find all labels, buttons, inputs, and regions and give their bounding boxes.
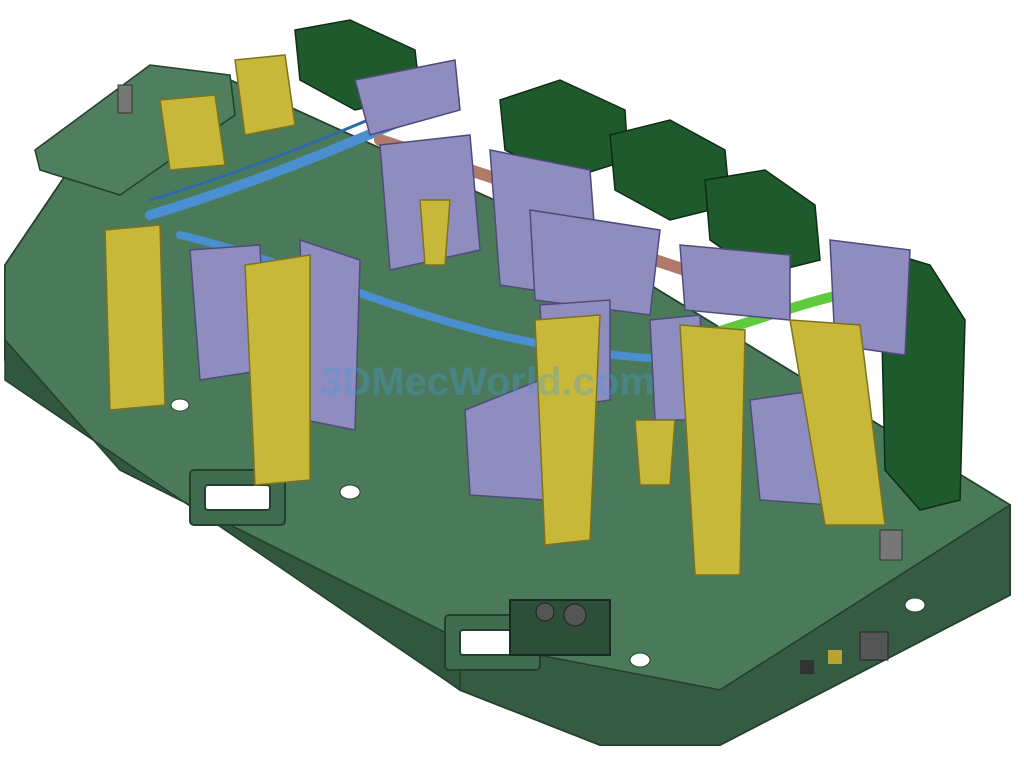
watermark: 3DMecWorld.com (320, 360, 655, 404)
fixture-render: 3DMecWorld.com (4, 19, 1012, 746)
